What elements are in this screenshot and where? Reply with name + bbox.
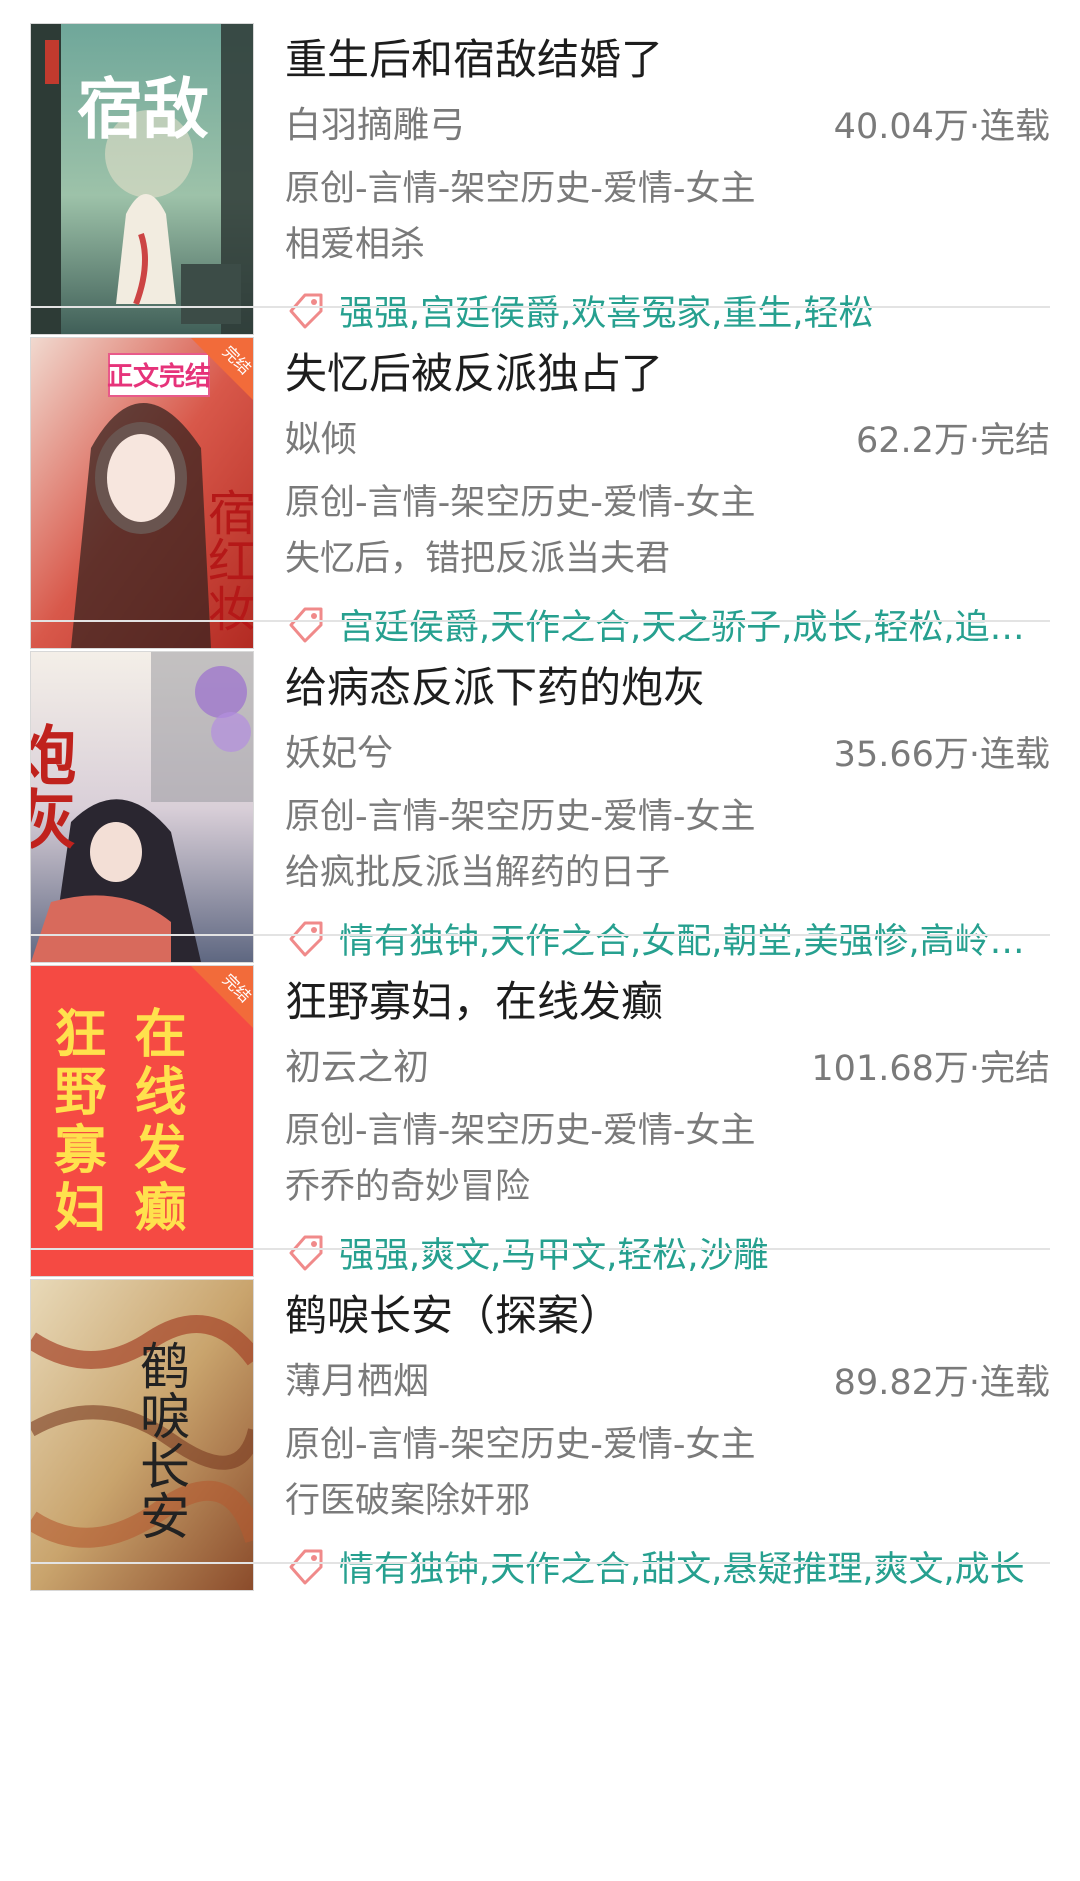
divider (30, 1562, 1050, 1564)
book-category: 原创-言情-架空历史-爱情-女主 (285, 1425, 756, 1465)
book-cover[interactable]: 狂野寡妇 在线发癫 完结 (30, 965, 254, 1277)
book-title[interactable]: 鹤唳长安（探案） (285, 1282, 621, 1343)
book-author[interactable]: 初云之初 (285, 1038, 429, 1090)
cover-text-column-1: 狂野寡妇 (45, 1006, 107, 1238)
book-cover[interactable]: 炮灰 (30, 651, 254, 963)
book-cover[interactable]: 鹤唳长安 (30, 1279, 254, 1591)
book-title[interactable]: 失忆后被反派独占了 (285, 340, 663, 401)
book-stats: 89.82万·连载 (833, 1363, 1050, 1403)
divider (30, 620, 1050, 622)
divider (30, 1248, 1050, 1250)
book-author[interactable]: 妖妃兮 (285, 724, 393, 776)
book-stats: 40.04万·连载 (833, 107, 1050, 147)
cover-title: 炮灰 (31, 722, 77, 850)
book-tags: 情有独钟,天作之合,甜文,悬疑推理,爽文,成长 (339, 1549, 1025, 1590)
book-description: 行医破案除奸邪 (285, 1481, 531, 1521)
cover-text-column-2: 在线发癫 (125, 1006, 186, 1238)
book-author[interactable]: 姒倾 (285, 410, 357, 462)
book-description: 失忆后，错把反派当夫君 (285, 539, 671, 579)
book-description: 乔乔的奇妙冒险 (285, 1167, 531, 1207)
book-category: 原创-言情-架空历史-爱情-女主 (285, 797, 756, 837)
cover-banner: 正文完结 (107, 361, 211, 392)
book-title[interactable]: 重生后和宿敌结婚了 (285, 26, 663, 87)
book-description: 相爱相杀 (285, 225, 426, 265)
tag-icon (289, 1549, 323, 1585)
book-stats: 35.66万·连载 (833, 735, 1050, 775)
cover-title: 鹤唳长安 (132, 1340, 190, 1540)
divider (30, 306, 1050, 308)
book-author[interactable]: 白羽摘雕弓 (285, 96, 465, 148)
cover-title: 宿红妆 (199, 488, 254, 632)
book-cover[interactable]: 正文完结 宿红妆 完结 (30, 337, 254, 649)
book-author[interactable]: 薄月栖烟 (285, 1352, 429, 1404)
tags-row: 情有独钟,天作之合,甜文,悬疑推理,爽文,成长 (285, 1542, 1050, 1590)
book-item[interactable]: 鹤唳长安 鹤唳长安（探案） 薄月栖烟 89.82万·连载 原创-言情-架空历史-… (30, 1256, 1050, 1632)
book-description: 给疯批反派当解药的日子 (285, 853, 671, 893)
divider (30, 934, 1050, 936)
book-title[interactable]: 狂野寡妇，在线发癫 (285, 968, 663, 1029)
cover-title: 宿敌 (77, 70, 209, 148)
book-category: 原创-言情-架空历史-爱情-女主 (285, 483, 756, 523)
book-cover[interactable]: 宿敌 (30, 23, 254, 335)
book-stats: 101.68万·完结 (811, 1049, 1050, 1089)
book-category: 原创-言情-架空历史-爱情-女主 (285, 169, 756, 209)
book-title[interactable]: 给病态反派下药的炮灰 (285, 654, 705, 715)
book-category: 原创-言情-架空历史-爱情-女主 (285, 1111, 756, 1151)
book-stats: 62.2万·完结 (855, 421, 1050, 461)
